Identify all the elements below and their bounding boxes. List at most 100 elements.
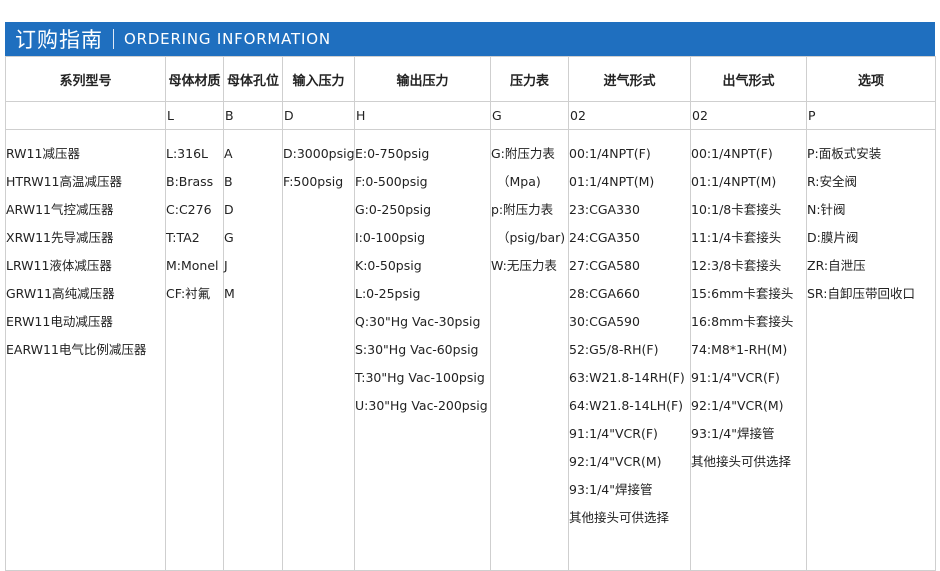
- code-cell: G: [490, 101, 569, 130]
- list-item: D:膜片阀: [807, 230, 859, 245]
- list-item: D:3000psig: [283, 146, 355, 161]
- list-item: J: [224, 258, 228, 273]
- list-item: （Mpa): [497, 174, 541, 189]
- col-header: 输出压力: [354, 56, 491, 102]
- options-row: RW11减压器 HTRW11高温减压器 ARW11气控减压器 XRW11先导减压器 LR…: [5, 129, 936, 571]
- list-item: F:500psig: [283, 174, 344, 189]
- list-item: W:无压力表: [491, 258, 557, 273]
- col-header: 系列型号: [5, 56, 166, 102]
- list-item: A: [224, 146, 233, 161]
- list-item: 74:M8*1-RH(M): [691, 342, 788, 357]
- code-row: L B D H G 02 02 P: [5, 101, 936, 130]
- list-item: （psig/bar): [497, 230, 566, 245]
- gauge-cell: G:附压力表 （Mpa) p:附压力表 （psig/bar) W:无压力表: [490, 129, 569, 571]
- code-cell: [5, 101, 166, 130]
- code-cell: B: [223, 101, 283, 130]
- col-header: 输入压力: [282, 56, 355, 102]
- code-cell: P: [806, 101, 936, 130]
- list-item: L:0-25psig: [355, 286, 421, 301]
- list-item: F:0-500psig: [355, 174, 428, 189]
- col-header: 选项: [806, 56, 936, 102]
- code-cell: 02: [690, 101, 807, 130]
- list-item: B:Brass: [166, 174, 214, 189]
- col-header: 压力表: [490, 56, 569, 102]
- list-item: 28:CGA660: [569, 286, 640, 301]
- col-header: 母体材质: [165, 56, 224, 102]
- list-item: D: [224, 202, 234, 217]
- list-item: Q:30"Hg Vac-30psig: [355, 314, 481, 329]
- list-item: 92:1/4"VCR(M): [691, 398, 784, 413]
- list-item: 92:1/4"VCR(M): [569, 454, 662, 469]
- options-cell: P:面板式安装 R:安全阀 N:针阀 D:膜片阀 ZR:自泄压 SR:自卸压带回收口: [806, 129, 936, 571]
- list-item: p:附压力表: [491, 202, 554, 217]
- list-item: 01:1/4NPT(M): [569, 174, 655, 189]
- list-item: EARW11电气比例减压器: [6, 342, 147, 357]
- list-item: RW11减压器: [6, 146, 80, 161]
- material-cell: L:316L B:Brass C:C276 T:TA2 M:Monel CF:衬氟: [165, 129, 224, 571]
- list-item: 63:W21.8-14RH(F): [569, 370, 685, 385]
- list-item: XRW11先导减压器: [6, 230, 114, 245]
- inlet-form-cell: 00:1/4NPT(F) 01:1/4NPT(M) 23:CGA330 24:CGA3…: [568, 129, 691, 571]
- code-cell: L: [165, 101, 224, 130]
- header-title-en: ORDERING INFORMATION: [124, 30, 331, 48]
- list-item: K:0-50psig: [355, 258, 422, 273]
- code-cell: 02: [568, 101, 691, 130]
- list-item: T:TA2: [166, 230, 200, 245]
- list-item: ARW11气控减压器: [6, 202, 114, 217]
- list-item: 11:1/4卡套接头: [691, 230, 782, 245]
- inlet-pressure-cell: D:3000psig F:500psig: [282, 129, 355, 571]
- list-item: G:附压力表: [491, 146, 555, 161]
- list-item: 15:6mm卡套接头: [691, 286, 794, 301]
- code-cell: H: [354, 101, 491, 130]
- list-item: U:30"Hg Vac-200psig: [355, 398, 488, 413]
- list-item: 10:1/8卡套接头: [691, 202, 782, 217]
- list-item: SR:自卸压带回收口: [807, 286, 915, 301]
- list-item: 01:1/4NPT(M): [691, 174, 777, 189]
- list-item: P:面板式安装: [807, 146, 882, 161]
- code-cell: D: [282, 101, 355, 130]
- list-item: R:安全阀: [807, 174, 858, 189]
- list-item: CF:衬氟: [166, 286, 211, 301]
- ports-cell: ABDGJM: [223, 129, 283, 571]
- list-item: 24:CGA350: [569, 230, 640, 245]
- list-item: L:316L: [166, 146, 208, 161]
- col-header: 出气形式: [690, 56, 807, 102]
- list-item: E:0-750psig: [355, 146, 430, 161]
- col-header: 母体孔位: [223, 56, 283, 102]
- list-item: T:30"Hg Vac-100psig: [355, 370, 485, 385]
- list-item: ERW11电动减压器: [6, 314, 113, 329]
- list-item: 16:8mm卡套接头: [691, 314, 794, 329]
- list-item: 其他接头可供选择: [569, 510, 670, 525]
- list-item: S:30"Hg Vac-60psig: [355, 342, 479, 357]
- list-item: B: [224, 174, 233, 189]
- header-divider: [113, 29, 114, 49]
- list-item: M:Monel: [166, 258, 219, 273]
- list-item: 93:1/4"焊接管: [569, 482, 653, 497]
- list-item: 93:1/4"焊接管: [691, 426, 775, 441]
- list-item: 91:1/4"VCR(F): [691, 370, 780, 385]
- header-title-cn: 订购指南: [15, 28, 103, 52]
- list-item: 00:1/4NPT(F): [569, 146, 651, 161]
- list-item: M: [224, 286, 235, 301]
- section-header: 订购指南 ORDERING INFORMATION: [5, 22, 935, 56]
- list-item: 91:1/4"VCR(F): [569, 426, 658, 441]
- list-item: C:C276: [166, 202, 212, 217]
- list-item: 23:CGA330: [569, 202, 640, 217]
- list-item: 52:G5/8-RH(F): [569, 342, 659, 357]
- list-item: 其他接头可供选择: [691, 454, 792, 469]
- list-item: I:0-100psig: [355, 230, 426, 245]
- list-item: HTRW11高温减压器: [6, 174, 122, 189]
- list-item: LRW11液体减压器: [6, 258, 112, 273]
- outlet-form-cell: 00:1/4NPT(F) 01:1/4NPT(M) 10:1/8卡套接头 11:1/4…: [690, 129, 807, 571]
- series-cell: RW11减压器 HTRW11高温减压器 ARW11气控减压器 XRW11先导减压器 LR…: [5, 129, 166, 571]
- col-header: 进气形式: [568, 56, 691, 102]
- ordering-table: 系列型号 母体材质 母体孔位 输入压力 输出压力 压力表 进气形式 出气形式 选…: [5, 56, 936, 571]
- list-item: 64:W21.8-14LH(F): [569, 398, 684, 413]
- list-item: ZR:自泄压: [807, 258, 866, 273]
- list-item: 30:CGA590: [569, 314, 640, 329]
- table-header-row: 系列型号 母体材质 母体孔位 输入压力 输出压力 压力表 进气形式 出气形式 选…: [5, 56, 936, 102]
- outlet-pressure-cell: E:0-750psig F:0-500psig G:0-250psig I:0-100…: [354, 129, 491, 571]
- list-item: GRW11高纯减压器: [6, 286, 115, 301]
- list-item: 12:3/8卡套接头: [691, 258, 782, 273]
- list-item: 27:CGA580: [569, 258, 640, 273]
